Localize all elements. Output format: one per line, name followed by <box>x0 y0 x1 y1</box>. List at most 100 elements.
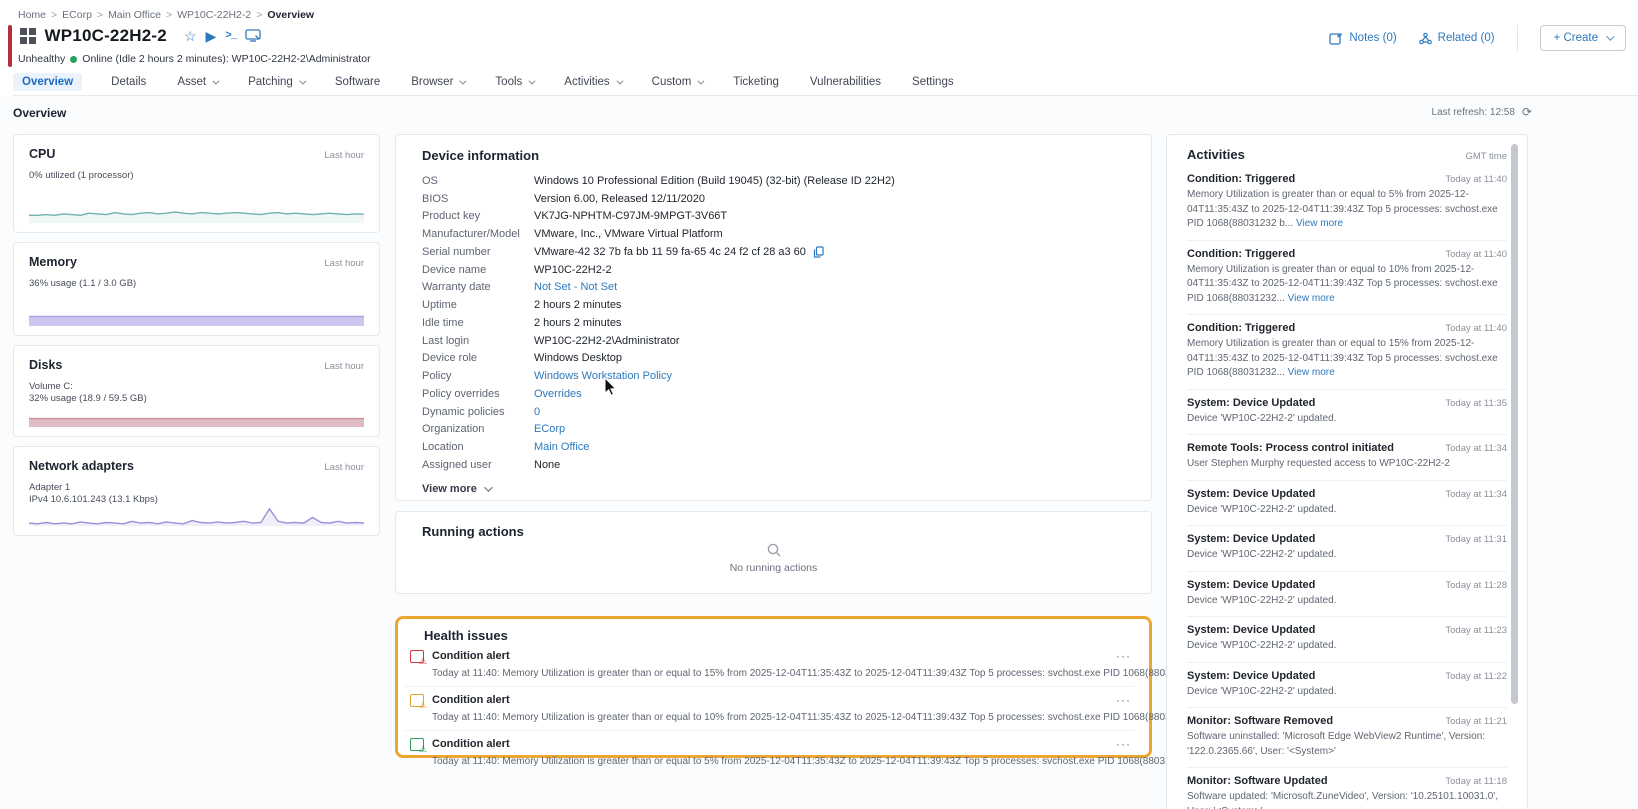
activity-item[interactable]: System: Device Updated Today at 11:31 De… <box>1187 526 1507 572</box>
notes-button[interactable]: Notes (0) <box>1329 32 1397 45</box>
tab-label: Tools <box>495 76 523 88</box>
terminal-icon[interactable]: >_ <box>225 30 237 42</box>
device-info-value: 2 hours 2 minutes <box>534 299 622 312</box>
device-tab[interactable]: Patching <box>246 73 307 91</box>
tab-label: Ticketing <box>733 76 779 88</box>
breadcrumb-item[interactable]: Main Office <box>108 9 161 21</box>
device-tab[interactable]: Browser <box>409 73 467 91</box>
device-info-row: Last login WP10C-22H2-2\Administrator <box>422 332 1125 350</box>
device-tab[interactable]: Settings <box>910 73 956 91</box>
device-info-label: Organization <box>422 423 485 436</box>
favorite-star-icon[interactable]: ☆ <box>184 29 197 43</box>
metric-card: Memory Last hour 36% usage (1.1 / 3.0 GB… <box>13 242 380 336</box>
device-tab[interactable]: Overview <box>13 73 83 91</box>
activity-title: Remote Tools: Process control initiated <box>1187 442 1394 454</box>
metric-line-1: 36% usage (1.1 / 3.0 GB) <box>29 278 137 289</box>
device-tab[interactable]: Tools <box>493 73 536 91</box>
device-info-label: Manufacturer/Model <box>422 228 520 241</box>
activity-description: Device 'WP10C-22H2-2' updated. <box>1187 503 1337 515</box>
activity-title: System: Device Updated <box>1187 624 1316 636</box>
device-info-label: Last login <box>422 334 470 347</box>
header-actions: Notes (0) Related (0) + Create <box>1329 25 1626 51</box>
chevron-down-icon <box>299 77 307 85</box>
device-tab[interactable]: Asset <box>175 73 220 91</box>
device-info-value: Main Office <box>534 441 590 454</box>
row-menu-ellipsis-icon[interactable]: ··· <box>1112 737 1135 751</box>
device-info-row: Manufacturer/Model VMware, Inc., VMware … <box>422 225 1125 243</box>
device-info-row: Device name WP10C-22H2-2 <box>422 261 1125 279</box>
related-button[interactable]: Related (0) <box>1418 32 1495 45</box>
search-icon <box>767 543 780 557</box>
row-menu-ellipsis-icon[interactable]: ··· <box>1112 693 1135 707</box>
device-info-label: Dynamic policies <box>422 405 505 418</box>
device-tab[interactable]: Vulnerabilities <box>808 73 883 91</box>
device-info-row: Location Main Office <box>422 438 1125 456</box>
health-issue-row: ⚠ Condition alert ··· Today at 11:40: Me… <box>404 731 1254 774</box>
remote-session-icon[interactable] <box>245 28 262 44</box>
metric-cards-column: CPU Last hour 0% utilized (1 processor) … <box>13 134 380 536</box>
activities-scrollbar[interactable] <box>1511 144 1518 704</box>
device-info-row: Device role Windows Desktop <box>422 350 1125 368</box>
device-info-row: Policy Windows Workstation Policy <box>422 367 1125 385</box>
device-tab[interactable]: Ticketing <box>731 73 781 91</box>
activity-title: Monitor: Software Updated <box>1187 775 1328 787</box>
copy-icon[interactable] <box>813 246 824 258</box>
breadcrumb-item[interactable]: Home <box>18 9 46 21</box>
device-info-row: Uptime 2 hours 2 minutes <box>422 296 1125 314</box>
related-icon <box>1418 32 1432 44</box>
view-more-link[interactable]: View more <box>1288 293 1335 304</box>
device-info-value: Windows Desktop <box>534 352 623 365</box>
device-info-label: Serial number <box>422 245 491 258</box>
activity-item[interactable]: Condition: Triggered Today at 11:40 Memo… <box>1187 166 1507 241</box>
view-more-link[interactable]: View more <box>1288 367 1335 378</box>
device-info-row: Assigned user None <box>422 456 1125 474</box>
running-actions-empty-state: No running actions <box>422 542 1125 574</box>
health-issues-title: Health issues <box>424 628 508 643</box>
activity-item[interactable]: System: Device Updated Today at 11:34 De… <box>1187 481 1507 526</box>
chevron-down-icon <box>483 483 493 492</box>
health-issues-card: Health issues ⚠ Condition alert ··· Toda… <box>395 616 1254 767</box>
activity-item[interactable]: System: Device Updated Today at 11:22 De… <box>1187 663 1507 708</box>
device-tab[interactable]: Custom <box>650 73 705 91</box>
activity-item[interactable]: Condition: Triggered Today at 11:40 Memo… <box>1187 241 1507 315</box>
tab-label: Software <box>334 76 381 88</box>
device-information-title: Device information <box>422 148 540 163</box>
activity-description: Memory Utilization is greater than or eq… <box>1187 338 1498 378</box>
breadcrumb-item[interactable]: Overview <box>267 9 314 21</box>
metric-card-title: Memory <box>29 255 77 269</box>
activity-item[interactable]: Monitor: Software Removed Today at 11:21… <box>1187 708 1507 768</box>
activity-description: Device 'WP10C-22H2-2' updated. <box>1187 594 1337 606</box>
device-title: WP10C-22H2-2 <box>44 26 167 45</box>
header-divider <box>1516 25 1518 51</box>
device-info-value: Version 6.00, Released 12/11/2020 <box>534 192 706 205</box>
activity-item[interactable]: System: Device Updated Today at 11:23 De… <box>1187 617 1507 663</box>
activity-description: Device 'WP10C-22H2-2' updated. <box>1187 640 1337 651</box>
notes-icon <box>1329 32 1343 45</box>
view-more-link[interactable]: View more <box>1296 218 1343 229</box>
row-menu-ellipsis-icon[interactable]: ··· <box>1112 649 1135 663</box>
related-label: Related (0) <box>1437 32 1495 44</box>
activity-item[interactable]: Remote Tools: Process control initiated … <box>1187 435 1507 481</box>
activity-description: Memory Utilization is greater than or eq… <box>1187 263 1498 304</box>
tab-label: Overview <box>22 76 74 88</box>
device-tab[interactable]: Details <box>109 73 148 91</box>
breadcrumb-item[interactable]: ECorp <box>62 9 92 21</box>
run-automation-icon[interactable]: ▶ <box>205 29 216 43</box>
activity-item[interactable]: Monitor: Software Updated Today at 11:18… <box>1187 768 1507 809</box>
device-tab[interactable]: Software <box>333 73 382 91</box>
refresh-icon[interactable]: ⟳ <box>1522 106 1532 118</box>
activity-item[interactable]: Condition: Triggered Today at 11:40 Memo… <box>1187 315 1507 390</box>
activity-item[interactable]: System: Device Updated Today at 11:35 De… <box>1187 390 1507 435</box>
device-tab[interactable]: Activities <box>562 73 624 91</box>
activities-list: Condition: Triggered Today at 11:40 Memo… <box>1187 166 1507 809</box>
breadcrumb-item[interactable]: WP10C-22H2-2 <box>177 9 251 21</box>
condition-alert-description: Today at 11:40: Memory Utilization is gr… <box>432 712 1251 723</box>
device-info-row: Serial number VMware-42 32 7b fa bb 11 5… <box>422 243 1125 261</box>
chevron-down-icon <box>1606 32 1615 41</box>
view-more-toggle[interactable]: View more <box>422 483 1125 495</box>
health-issues-list: ⚠ Condition alert ··· Today at 11:40: Me… <box>404 643 1254 774</box>
activity-item[interactable]: System: Device Updated Today at 11:28 De… <box>1187 572 1507 617</box>
device-info-value: Overrides <box>534 387 582 400</box>
device-title-row: WP10C-22H2-2 ☆ ▶ >_ <box>20 26 262 46</box>
create-button[interactable]: + Create <box>1539 25 1626 51</box>
